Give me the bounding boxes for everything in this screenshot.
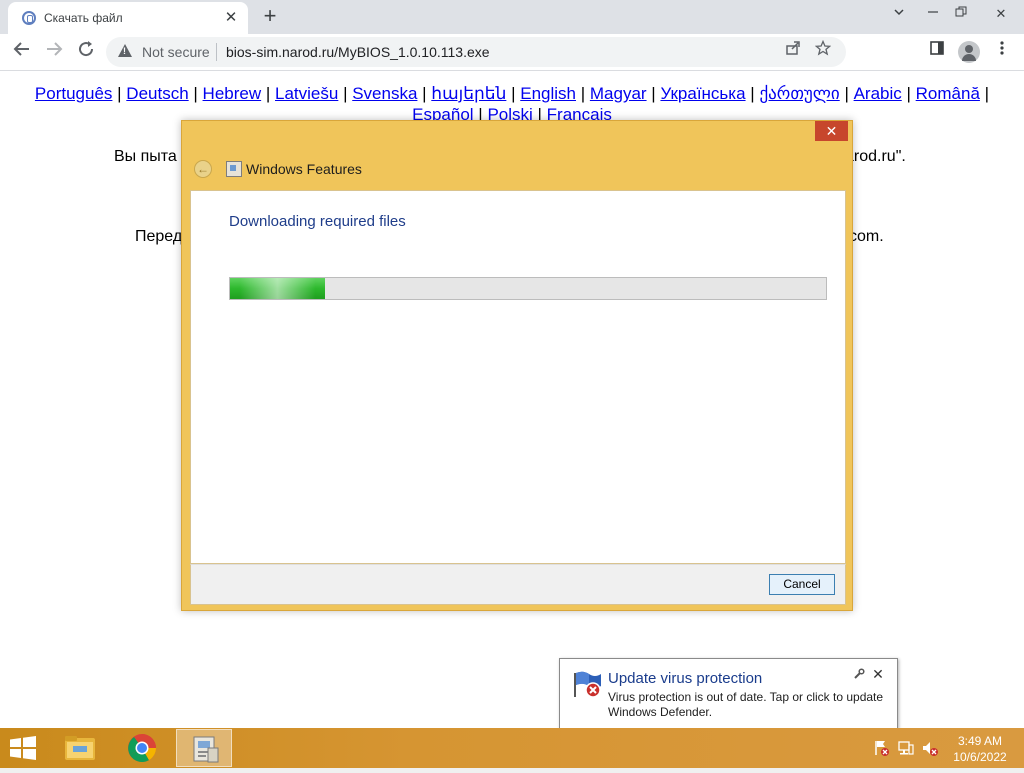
page-text-line2-left: Перед	[135, 228, 183, 245]
cancel-button[interactable]: Cancel	[769, 574, 835, 595]
language-link[interactable]: Latviešu	[275, 84, 338, 103]
language-link[interactable]: English	[520, 84, 576, 103]
dialog-footer: Cancel	[190, 564, 846, 605]
browser-tab[interactable]: Скачать файл ✕	[8, 2, 248, 34]
back-arrow-icon[interactable]: ←	[194, 160, 212, 178]
sidebar-icon[interactable]	[925, 40, 949, 64]
language-link[interactable]: Deutsch	[126, 84, 188, 103]
bookmark-star-icon[interactable]	[811, 39, 835, 64]
download-progress-bar	[229, 277, 827, 300]
address-bar[interactable]: Not secure bios-sim.narod.ru/MyBIOS_1.0.…	[106, 37, 846, 67]
language-link[interactable]: Magyar	[590, 84, 647, 103]
warning-icon[interactable]	[118, 44, 132, 57]
settings-wrench-icon[interactable]	[853, 668, 865, 680]
new-tab-button[interactable]: +	[259, 5, 281, 27]
back-arrow-icon[interactable]	[10, 40, 34, 64]
language-link[interactable]: Svenska	[352, 84, 417, 103]
windows-features-taskbar-icon[interactable]	[176, 729, 232, 767]
virus-protection-notification[interactable]: Update virus protection Virus protection…	[559, 658, 898, 729]
page-text-line1-left: Вы пыта	[114, 148, 177, 165]
site-favicon-icon	[22, 11, 36, 25]
language-link[interactable]: Português	[35, 84, 113, 103]
security-label[interactable]: Not secure	[142, 44, 210, 60]
tab-close-icon[interactable]: ✕	[222, 9, 240, 27]
tab-search-icon[interactable]	[884, 0, 914, 30]
reload-icon[interactable]	[74, 40, 98, 64]
url-text[interactable]: bios-sim.narod.ru/MyBIOS_1.0.10.113.exe	[226, 44, 490, 60]
language-link[interactable]: Română	[916, 84, 980, 103]
dialog-close-button[interactable]: ✕	[815, 121, 848, 141]
page-text-line1-right: arod.ru".	[845, 148, 906, 165]
share-icon[interactable]	[781, 40, 805, 64]
language-link[interactable]: Arabic	[854, 84, 902, 103]
system-clock[interactable]: 3:49 AM 10/6/2022	[945, 733, 1015, 765]
start-button[interactable]	[8, 736, 38, 760]
clock-time: 3:49 AM	[957, 734, 1003, 748]
dialog-heading: Downloading required files	[229, 213, 406, 230]
dialog-content: Downloading required files	[190, 190, 846, 564]
progress-fill	[230, 278, 326, 299]
forward-arrow-icon[interactable]	[42, 40, 66, 64]
notification-title[interactable]: Update virus protection	[608, 670, 762, 687]
url-separator	[216, 43, 217, 61]
defender-flag-icon	[570, 669, 604, 699]
menu-kebab-icon[interactable]	[990, 40, 1014, 64]
browser-tab-strip: Скачать файл ✕ + ✕	[0, 0, 1024, 34]
language-link[interactable]: ქართული	[759, 84, 839, 103]
clock-date: 10/6/2022	[953, 750, 1007, 764]
notification-close-icon[interactable]: ✕	[871, 667, 885, 681]
language-link[interactable]: Українська	[660, 84, 745, 103]
language-link[interactable]: Hebrew	[203, 84, 262, 103]
minimize-icon[interactable]	[918, 0, 948, 30]
taskbar: 3:49 AM 10/6/2022	[0, 728, 1024, 768]
page-text-line2-right: com.	[849, 228, 884, 245]
volume-muted-icon[interactable]	[921, 739, 939, 757]
browser-toolbar: Not secure bios-sim.narod.ru/MyBIOS_1.0.…	[0, 34, 1024, 71]
action-center-flag-icon[interactable]	[873, 739, 891, 757]
window-close-icon[interactable]: ✕	[986, 0, 1016, 30]
profile-icon[interactable]	[958, 41, 980, 63]
notification-text[interactable]: Virus protection is out of date. Tap or …	[608, 690, 893, 720]
restore-icon[interactable]	[946, 0, 976, 30]
windows-features-dialog: ✕ ← Windows Features Downloading require…	[181, 120, 853, 611]
file-explorer-icon[interactable]	[52, 729, 108, 767]
chrome-icon[interactable]	[114, 729, 170, 767]
windows-features-icon	[226, 161, 242, 177]
dialog-title: Windows Features	[246, 161, 362, 177]
language-link[interactable]: հայերեն	[431, 84, 506, 103]
language-links: Português | Deutsch | Hebrew | Latviešu …	[34, 84, 990, 124]
tab-title: Скачать файл	[44, 11, 123, 25]
network-icon[interactable]	[897, 739, 915, 757]
